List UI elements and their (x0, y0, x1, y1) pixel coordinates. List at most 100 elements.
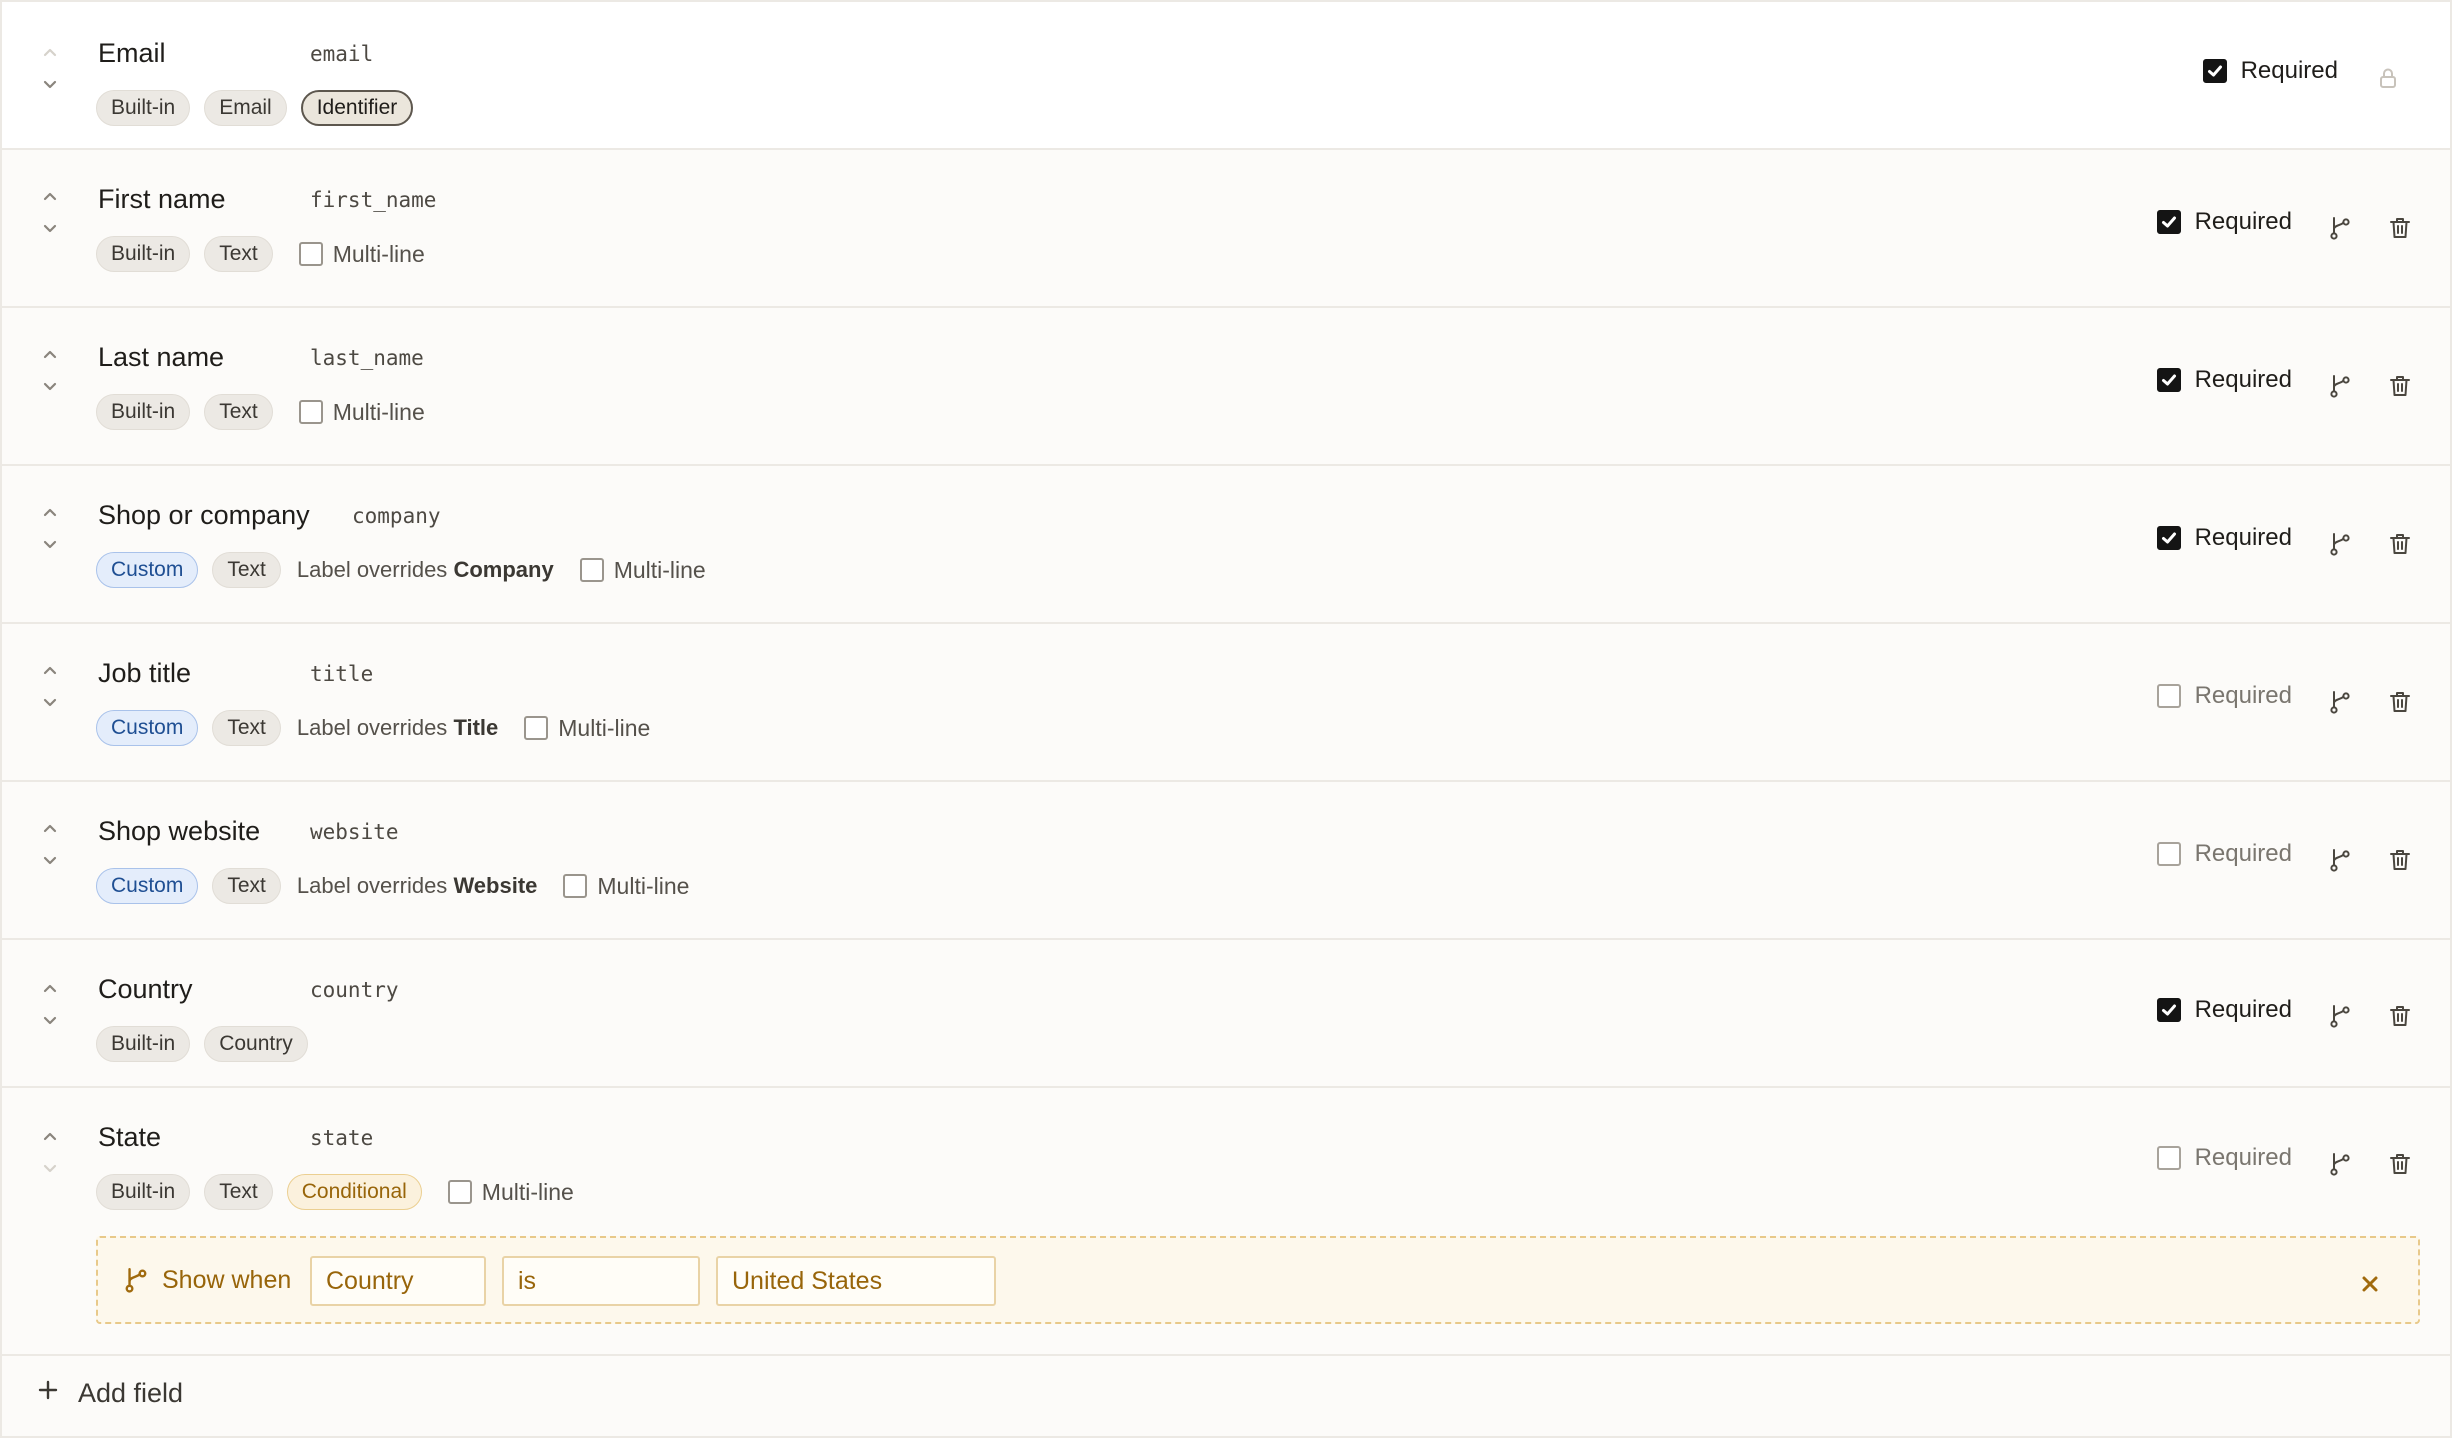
required-checkbox[interactable]: Required (2156, 1144, 2292, 1172)
branch-icon[interactable] (2320, 366, 2360, 406)
tag-custom: Custom (96, 868, 199, 904)
checkbox[interactable] (2156, 842, 2181, 866)
field-meta: Built-in Country (96, 1024, 308, 1064)
lock-icon (2368, 58, 2408, 98)
checkbox[interactable] (2156, 526, 2181, 550)
checkbox[interactable] (579, 558, 604, 582)
checkbox[interactable] (2156, 1146, 2181, 1170)
trash-icon[interactable] (2380, 524, 2420, 564)
chevron-down-icon[interactable] (36, 1006, 64, 1034)
checkbox[interactable] (2202, 59, 2227, 83)
field-row-email: Email email Built-in Email Identifier Re… (2, 2, 2450, 150)
checkbox[interactable] (2156, 210, 2181, 234)
multiline-checkbox[interactable]: Multi-line (524, 715, 650, 742)
plus-icon (36, 1378, 60, 1409)
trash-icon[interactable] (2380, 840, 2420, 880)
checkbox[interactable] (2156, 998, 2181, 1022)
multiline-checkbox[interactable]: Multi-line (579, 556, 706, 584)
chevron-down-icon[interactable] (36, 530, 64, 558)
required-label: Required (2194, 840, 2292, 867)
tag-type: Text (212, 868, 281, 904)
branch-icon[interactable] (2320, 524, 2360, 564)
multiline-checkbox[interactable]: Multi-line (447, 1179, 574, 1206)
field-row-job-title: Job title title Custom Text Label overri… (2, 624, 2450, 782)
tag-conditional: Conditional (286, 1174, 422, 1210)
field-label: Last name (98, 342, 225, 372)
field-key: state (310, 1126, 374, 1150)
field-row-website: Shop website website Custom Text Label o… (2, 782, 2450, 940)
checkbox[interactable] (2156, 684, 2181, 708)
checkbox[interactable] (524, 716, 549, 740)
trash-icon[interactable] (2380, 1144, 2420, 1184)
close-icon[interactable] (2350, 1264, 2390, 1304)
tag-built-in: Built-in (96, 236, 191, 272)
chevron-down-icon[interactable] (36, 214, 64, 242)
trash-icon[interactable] (2380, 996, 2420, 1036)
field-meta: Custom Text Label overrides Title Multi-… (96, 708, 650, 748)
branch-icon[interactable] (2320, 996, 2360, 1036)
required-label: Required (2194, 366, 2292, 393)
add-field-button[interactable]: Add field (36, 1378, 183, 1409)
trash-icon[interactable] (2380, 208, 2420, 248)
chevron-down-icon[interactable] (36, 372, 64, 400)
required-checkbox[interactable]: Required (2156, 366, 2292, 394)
field-key: company (352, 504, 441, 528)
multiline-checkbox[interactable]: Multi-line (298, 241, 425, 268)
condition-operator-select[interactable]: is (502, 1256, 700, 1306)
reorder-controls (32, 814, 68, 898)
field-key: last_name (310, 346, 424, 370)
tag-type: Text (204, 394, 273, 430)
checkbox[interactable] (2156, 368, 2181, 392)
branch-icon[interactable] (2320, 1144, 2360, 1184)
field-row-country: Country country Built-in Country Require… (2, 940, 2450, 1088)
required-checkbox[interactable]: Required (2156, 996, 2292, 1024)
chevron-up-icon[interactable] (36, 340, 64, 368)
required-checkbox[interactable]: Required (2156, 682, 2292, 710)
chevron-up-icon[interactable] (36, 656, 64, 684)
tag-built-in: Built-in (96, 1026, 191, 1062)
required-label: Required (2194, 1144, 2292, 1171)
reorder-controls (32, 340, 68, 424)
required-checkbox[interactable]: Required (2156, 840, 2292, 868)
chevron-down-icon[interactable] (36, 846, 64, 874)
checkbox[interactable] (563, 874, 588, 898)
multiline-checkbox[interactable]: Multi-line (563, 873, 689, 900)
field-row-first-name: First name first_name Built-in Text Mult… (2, 150, 2450, 308)
tag-type: Email (204, 90, 287, 126)
required-checkbox[interactable]: Required (2202, 57, 2338, 85)
tag-custom: Custom (96, 710, 199, 746)
chevron-up-icon[interactable] (36, 974, 64, 1002)
required-checkbox[interactable]: Required (2156, 524, 2292, 552)
label-override: Label overrides Title (296, 715, 499, 740)
chevron-down-icon[interactable] (36, 70, 64, 98)
branch-icon[interactable] (2320, 840, 2360, 880)
condition-field-select[interactable]: Country (310, 1256, 486, 1306)
trash-icon[interactable] (2380, 682, 2420, 722)
branch-icon[interactable] (2320, 208, 2360, 248)
add-field-label: Add field (78, 1378, 184, 1408)
multiline-checkbox[interactable]: Multi-line (298, 399, 425, 426)
multiline-label: Multi-line (613, 556, 706, 583)
checkbox[interactable] (298, 400, 323, 424)
reorder-controls (32, 656, 68, 740)
chevron-up-icon[interactable] (36, 182, 64, 210)
checkbox[interactable] (298, 242, 323, 266)
chevron-up-icon[interactable] (36, 1122, 64, 1150)
field-label: First name (98, 184, 226, 214)
trash-icon[interactable] (2380, 366, 2420, 406)
field-meta: Built-in Text Multi-line (96, 234, 425, 274)
reorder-controls (32, 498, 68, 582)
chevron-down-icon (36, 1154, 64, 1182)
checkbox[interactable] (447, 1180, 472, 1204)
condition-rule: Show when Country is United States (96, 1236, 2420, 1324)
chevron-up-icon[interactable] (36, 498, 64, 526)
condition-value-input[interactable]: United States (716, 1256, 996, 1306)
field-row-company: Shop or company company Custom Text Labe… (2, 466, 2450, 624)
row-actions: Required (2156, 624, 2420, 780)
chevron-down-icon[interactable] (36, 688, 64, 716)
required-checkbox[interactable]: Required (2156, 208, 2292, 236)
chevron-up-icon[interactable] (36, 814, 64, 842)
field-key: website (310, 820, 399, 844)
tag-built-in: Built-in (96, 1174, 191, 1210)
branch-icon[interactable] (2320, 682, 2360, 722)
